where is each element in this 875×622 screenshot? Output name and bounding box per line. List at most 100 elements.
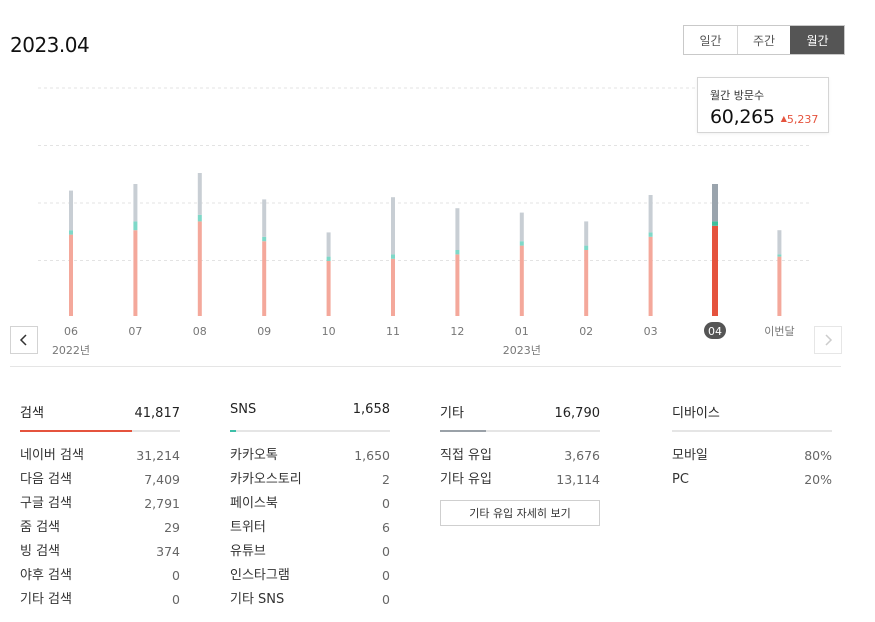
stat-row-value: 2,791 — [144, 496, 180, 511]
prev-period-button[interactable] — [10, 326, 38, 354]
stat-row-value: 31,214 — [136, 448, 180, 463]
bar-segment — [326, 232, 331, 257]
x-tick-label: 01 — [515, 325, 529, 338]
stat-row-label: 기타 검색 — [20, 592, 72, 607]
stat-row-value: 0 — [382, 592, 390, 607]
tooltip-change-value: 5,237 — [786, 113, 819, 126]
device-title: 디바이스 — [672, 406, 720, 421]
x-tick-label: 08 — [193, 325, 207, 338]
search-share-fill — [20, 430, 132, 432]
year-label: 2022년 — [52, 344, 90, 357]
etc-rows: 직접 유입 3,676 기타 유입 13,114 — [440, 444, 600, 492]
stat-row-value: 0 — [172, 592, 180, 607]
stat-row: 직접 유입 3,676 — [440, 444, 600, 468]
bar-segment — [262, 199, 267, 237]
bar-segment — [391, 197, 395, 255]
search-title: 검색 — [20, 406, 44, 421]
stat-row-label: 페이스북 — [230, 496, 278, 511]
x-tick-label: 09 — [257, 325, 271, 338]
x-tick-label: 06 — [64, 325, 78, 338]
stat-row-label: 다음 검색 — [20, 472, 72, 487]
search-rows: 네이버 검색 31,214 다음 검색 7,409 구글 검색 2,791 줌 검색 29 빙 … — [20, 444, 180, 612]
x-tick-label: 07 — [128, 325, 142, 338]
device-stats: 디바이스 모바일 80% PC 20% — [672, 402, 832, 492]
x-tick-label: 02 — [579, 325, 593, 338]
stat-row-label: PC — [672, 472, 689, 487]
bar-segment — [326, 261, 331, 316]
stat-row-value: 80% — [804, 448, 832, 463]
sns-rows: 카카오톡 1,650 카카오스토리 2 페이스북 0 트위터 6 유튜브 0 인스타그램 0 기타 SN… — [230, 444, 390, 612]
stat-row: 모바일 80% — [672, 444, 832, 468]
stat-row: 카카오스토리 2 — [230, 468, 390, 492]
search-total: 41,817 — [134, 406, 181, 421]
stat-row-label: 기타 유입 — [440, 472, 492, 487]
stat-row-value: 7,409 — [144, 472, 180, 487]
tooltip-value: 60,265 — [710, 106, 775, 128]
period-tabs: 일간 주간 월간 — [683, 25, 845, 55]
stat-row-value: 374 — [156, 544, 180, 559]
stat-row-label: 인스타그램 — [230, 568, 290, 583]
bar-segment — [455, 208, 460, 250]
x-tick-label: 03 — [644, 325, 658, 338]
stat-row-label: 트위터 — [230, 520, 266, 535]
page-title: 2023.04 — [10, 33, 90, 57]
year-label: 2023년 — [503, 344, 541, 357]
bar-segment — [262, 236, 267, 242]
bar-segment — [69, 190, 73, 231]
stat-row-value: 20% — [804, 472, 832, 487]
sns-total: 1,658 — [352, 402, 390, 417]
stat-row: 페이스북 0 — [230, 492, 390, 516]
sns-title: SNS — [230, 402, 257, 417]
bar-segment — [777, 256, 782, 316]
bar-segment — [584, 221, 589, 246]
stat-row-value: 0 — [382, 496, 390, 511]
stat-row: 기타 SNS 0 — [230, 588, 390, 612]
stat-row: 야후 검색 0 — [20, 564, 180, 588]
tab-daily[interactable]: 일간 — [684, 26, 737, 54]
stat-row: 유튜브 0 — [230, 540, 390, 564]
sns-share-bar — [230, 430, 390, 432]
x-tick-label: 10 — [322, 325, 336, 338]
stat-row: 카카오톡 1,650 — [230, 444, 390, 468]
bar-segment — [712, 225, 718, 316]
stat-row-label: 기타 SNS — [230, 592, 285, 607]
bar-segment — [519, 241, 524, 246]
etc-detail-button[interactable]: 기타 유입 자세히 보기 — [440, 500, 600, 526]
search-stats: 검색 41,817 네이버 검색 31,214 다음 검색 7,409 구글 검색 2,7… — [20, 402, 180, 612]
stat-row-value: 6 — [382, 520, 390, 535]
stat-row-value: 0 — [382, 544, 390, 559]
tooltip-change: ▲5,237 — [781, 113, 819, 126]
chevron-left-icon — [19, 334, 27, 346]
stat-row: 네이버 검색 31,214 — [20, 444, 180, 468]
x-tick-label: 12 — [450, 325, 464, 338]
stat-row-label: 빙 검색 — [20, 544, 61, 559]
bar-segment — [391, 258, 395, 316]
stat-row-value: 2 — [382, 472, 390, 487]
tab-weekly[interactable]: 주간 — [737, 26, 790, 54]
bar-segment — [455, 254, 460, 316]
next-period-button[interactable] — [814, 326, 842, 354]
bar-segment — [584, 245, 589, 250]
bar-segment — [197, 173, 202, 215]
bar-segment — [69, 230, 73, 235]
stat-row: 기타 검색 0 — [20, 588, 180, 612]
stat-row-value: 0 — [382, 568, 390, 583]
sns-stats: SNS 1,658 카카오톡 1,650 카카오스토리 2 페이스북 0 트위터 6 유튜브 0 인… — [230, 402, 390, 612]
stat-row: 인스타그램 0 — [230, 564, 390, 588]
bar-segment — [69, 234, 73, 316]
bar-segment — [584, 250, 589, 316]
chevron-right-icon — [825, 334, 833, 346]
chart-tooltip: 월간 방문수 60,265 ▲5,237 — [697, 77, 829, 133]
search-share-bar — [20, 430, 180, 432]
x-tick-label: 04 — [708, 325, 722, 338]
bar-segment — [648, 232, 653, 237]
stat-row-value: 0 — [172, 568, 180, 583]
stat-row: 줌 검색 29 — [20, 516, 180, 540]
stat-row-label: 모바일 — [672, 448, 708, 463]
divider — [10, 366, 841, 367]
stat-row-value: 29 — [164, 520, 180, 535]
bar-segment — [519, 245, 524, 316]
tab-monthly[interactable]: 월간 — [790, 26, 844, 54]
bar-segment — [133, 221, 138, 231]
stat-row-label: 유튜브 — [230, 544, 266, 559]
